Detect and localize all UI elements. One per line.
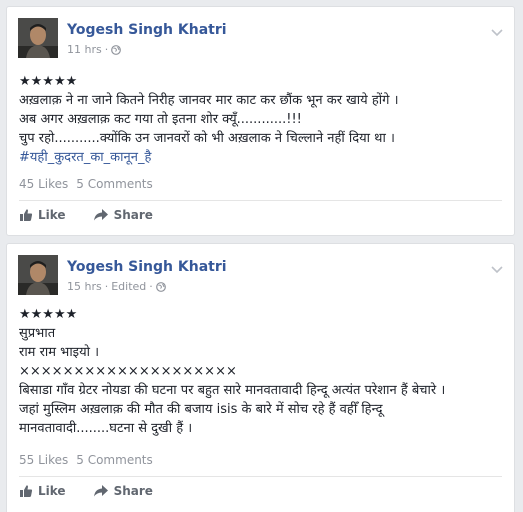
edited-label[interactable]: Edited <box>111 280 146 293</box>
post-text-line: ×××××××××××××××××××× <box>19 364 237 379</box>
like-label: Like <box>38 484 66 498</box>
share-label: Share <box>113 208 153 222</box>
post-text-line: जहां मुस्लिम अख़लाक़ की मौत की बजाय isis… <box>19 402 383 417</box>
thumbs-up-icon <box>20 485 33 497</box>
post-card-2: Yogesh Singh Khatri 15 hrs · Edited · ★★… <box>6 243 515 512</box>
post-actions: Like Share <box>19 208 180 222</box>
chevron-down-icon[interactable] <box>490 23 504 37</box>
meta-separator: · <box>104 280 109 293</box>
post-text-line: चुप रहो...........क्योंकि उन जानवरों को … <box>19 131 395 146</box>
post-text-line: सुप्रभात <box>19 326 56 341</box>
post-text-line: अख़लाक़ ने ना जाने कितने निरीह जानवर मार… <box>19 93 399 108</box>
meta-separator: · <box>149 280 153 293</box>
share-label: Share <box>113 484 153 498</box>
like-button[interactable]: Like <box>19 208 66 222</box>
post-card-1: Yogesh Singh Khatri 11 hrs · ★★★★★ अख़ला… <box>6 6 515 236</box>
share-button[interactable]: Share <box>93 484 153 498</box>
globe-icon[interactable] <box>155 281 166 292</box>
divider <box>19 200 502 201</box>
author-name[interactable]: Yogesh Singh Khatri <box>67 259 227 275</box>
hashtag-link[interactable]: #यही_कुदरत_का_कानून_है <box>19 148 504 167</box>
share-arrow-icon <box>93 209 108 221</box>
comments-count[interactable]: 5 Comments <box>76 453 153 467</box>
comments-count[interactable]: 5 Comments <box>76 177 153 191</box>
post-text-line: राम राम भाइयो । <box>19 345 100 360</box>
avatar[interactable] <box>18 18 58 58</box>
likes-count[interactable]: 45 Likes <box>19 177 68 191</box>
post-meta: 11 hrs · <box>67 43 122 56</box>
share-arrow-icon <box>93 485 108 497</box>
avatar[interactable] <box>18 255 58 295</box>
post-meta: 15 hrs · Edited · <box>67 280 166 293</box>
post-timestamp[interactable]: 15 hrs <box>67 280 102 293</box>
thumbs-up-icon <box>20 209 33 221</box>
post-actions: Like Share <box>19 484 180 498</box>
post-text-line: बिसाडा गाँव ग्रेटर नोयडा की घटना पर बहुत… <box>19 383 446 398</box>
post-text-line: ★★★★★ <box>19 74 78 89</box>
post-text: ★★★★★ अख़लाक़ ने ना जाने कितने निरीह जान… <box>19 72 504 167</box>
like-button[interactable]: Like <box>19 484 66 498</box>
share-button[interactable]: Share <box>93 208 153 222</box>
chevron-down-icon[interactable] <box>490 260 504 274</box>
globe-icon[interactable] <box>111 44 122 55</box>
like-label: Like <box>38 208 66 222</box>
divider <box>19 476 502 477</box>
meta-separator: · <box>104 43 109 56</box>
post-text: ★★★★★ सुप्रभात राम राम भाइयो । ×××××××××… <box>19 305 504 438</box>
post-text-line: अब अगर अख़लाक़ कट गया तो इतना शोर क्यूँ.… <box>19 112 302 127</box>
post-text-line: मानवतावादी........घटना से दुखी हैं । <box>19 421 193 436</box>
likes-count[interactable]: 55 Likes <box>19 453 68 467</box>
post-timestamp[interactable]: 11 hrs <box>67 43 102 56</box>
post-text-line: ★★★★★ <box>19 307 78 322</box>
post-stats: 55 Likes 5 Comments <box>19 453 153 467</box>
author-name[interactable]: Yogesh Singh Khatri <box>67 22 227 38</box>
post-stats: 45 Likes 5 Comments <box>19 177 153 191</box>
